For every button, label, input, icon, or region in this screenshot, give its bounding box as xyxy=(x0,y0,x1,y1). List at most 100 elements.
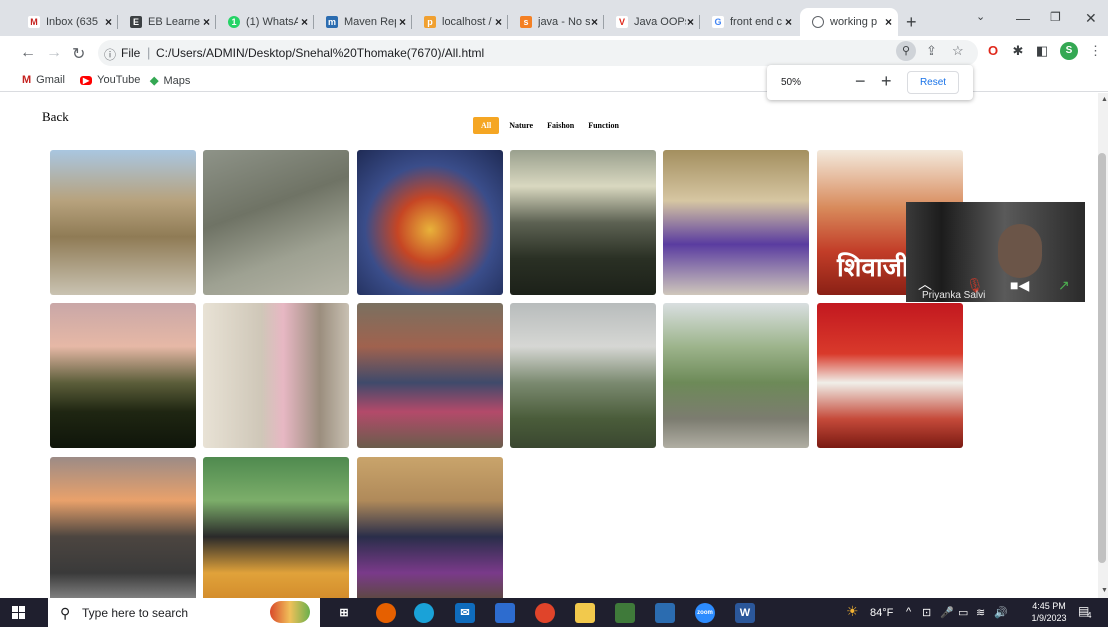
back-link[interactable]: Back xyxy=(42,109,69,125)
battery-icon[interactable]: ▭ xyxy=(958,606,968,619)
search-highlight-icon[interactable] xyxy=(270,601,310,623)
chevron-up-icon[interactable]: ^ xyxy=(906,606,911,618)
photo-group-photo[interactable] xyxy=(357,303,503,448)
edge-icon[interactable] xyxy=(414,603,434,623)
file-explorer-icon[interactable] xyxy=(575,603,595,623)
photo-pink-sky-field[interactable] xyxy=(50,303,196,448)
photo-girl-pink-gown[interactable] xyxy=(203,303,349,448)
opera-icon[interactable]: O xyxy=(985,43,1001,59)
clock-time[interactable]: 4:45 PM xyxy=(1027,601,1071,611)
photos-icon[interactable] xyxy=(655,603,675,623)
close-window-icon[interactable]: ✕ xyxy=(1085,10,1097,27)
microphone-icon[interactable]: 🎤 xyxy=(940,606,954,619)
word-icon[interactable]: W xyxy=(735,603,755,623)
tab-eb-learner[interactable]: E EB Learner × xyxy=(118,8,216,36)
filter-faishon-button[interactable]: Faishon xyxy=(547,121,574,130)
scroll-up-icon[interactable]: ▲ xyxy=(1101,96,1108,103)
taskbar-search[interactable]: ⚲ Type here to search xyxy=(48,598,320,627)
close-icon[interactable]: × xyxy=(399,15,406,29)
photo-sunset-railway[interactable] xyxy=(50,457,196,598)
video-call-overlay[interactable]: ︿ 🎙 ■◀ ↗ Priyanka Salvi xyxy=(906,202,1085,302)
photo-woman-purple-saree[interactable] xyxy=(663,150,809,295)
notification-icon[interactable]: ▤ 4 xyxy=(1078,604,1096,622)
store-icon[interactable] xyxy=(495,603,515,623)
filter-function-button[interactable]: Function xyxy=(588,121,619,130)
photo-woman-hilltop[interactable] xyxy=(663,303,809,448)
zoom-icon[interactable]: zoom xyxy=(695,603,715,623)
tab-java-stackoverflow[interactable]: s java - No s × xyxy=(508,8,604,36)
tab-front-end[interactable]: G front end c × xyxy=(700,8,798,36)
back-arrow-icon[interactable]: ← xyxy=(20,44,36,62)
tab-search-icon[interactable]: ⌄ xyxy=(976,10,985,23)
notepad-icon[interactable] xyxy=(615,603,635,623)
bookmark-youtube[interactable]: ▶ YouTube xyxy=(80,74,140,86)
wifi-icon[interactable]: ≋ xyxy=(976,606,985,619)
youtube-icon: ▶ xyxy=(80,75,93,85)
page-scrollbar[interactable] xyxy=(1098,93,1108,598)
photo-wedding-couple[interactable] xyxy=(817,303,963,448)
zoom-icon[interactable]: ⚲ xyxy=(896,41,916,61)
bookmark-gmail[interactable]: M Gmail xyxy=(22,74,65,86)
photo-family-three[interactable] xyxy=(357,457,503,598)
popout-icon[interactable]: ↗ xyxy=(1058,277,1070,294)
photo-girl-on-rock[interactable] xyxy=(203,150,349,295)
profile-avatar[interactable]: S xyxy=(1060,42,1078,60)
url-text[interactable]: C:/Users/ADMIN/Desktop/Snehal%20Thomake(… xyxy=(156,46,484,60)
chrome-icon[interactable] xyxy=(535,603,555,623)
close-icon[interactable]: × xyxy=(105,15,112,29)
search-placeholder: Type here to search xyxy=(82,606,189,620)
weather-temp[interactable]: 84°F xyxy=(870,607,893,619)
tab-java-oops[interactable]: V Java OOPs × xyxy=(604,8,700,36)
filter-nature-button[interactable]: Nature xyxy=(509,121,533,130)
close-icon[interactable]: × xyxy=(203,15,210,29)
photo-ganesha-idol[interactable] xyxy=(357,150,503,295)
weather-icon[interactable]: ☀ xyxy=(846,603,859,620)
close-icon[interactable]: × xyxy=(885,15,892,29)
tab-localhost[interactable]: p localhost / × xyxy=(412,8,508,36)
close-icon[interactable]: × xyxy=(591,15,598,29)
filter-all-button[interactable]: All xyxy=(473,117,500,134)
firefox-icon[interactable] xyxy=(376,603,396,623)
tab-gmail[interactable]: M Inbox (635 × xyxy=(16,8,118,36)
restore-icon[interactable]: ❐ xyxy=(1050,10,1061,24)
meet-icon[interactable]: ⊡ xyxy=(922,606,931,619)
minimize-icon[interactable]: — xyxy=(1016,10,1030,26)
bookmark-star-icon[interactable]: ☆ xyxy=(952,43,964,59)
scrollbar-thumb[interactable] xyxy=(1098,153,1106,563)
photo-woman-camera[interactable] xyxy=(203,457,349,598)
tab-working-page[interactable]: working p × xyxy=(800,8,898,36)
volume-icon[interactable]: 🔊 xyxy=(994,606,1008,619)
reload-icon[interactable]: ↻ xyxy=(72,44,85,64)
windows-start-icon[interactable] xyxy=(12,606,25,619)
zoom-in-button[interactable]: + xyxy=(881,71,892,92)
tab-whatsapp[interactable]: 1 (1) WhatsA × xyxy=(216,8,314,36)
search-icon: ⚲ xyxy=(60,605,71,621)
scroll-down-icon[interactable]: ▼ xyxy=(1101,587,1108,594)
zoom-reset-button[interactable]: Reset xyxy=(907,71,959,94)
bookmark-label: Gmail xyxy=(36,74,65,86)
tab-maven[interactable]: m Maven Rep × xyxy=(314,8,412,36)
new-tab-button[interactable]: + xyxy=(906,12,917,33)
close-icon[interactable]: × xyxy=(687,15,694,29)
extensions-icon[interactable]: ✱ xyxy=(1010,43,1026,59)
task-view-icon[interactable]: ⊞ xyxy=(334,603,354,623)
tab-strip: M Inbox (635 × E EB Learner × 1 (1) What… xyxy=(0,0,1108,36)
photo-misty-hills[interactable] xyxy=(510,303,656,448)
close-icon[interactable]: × xyxy=(301,15,308,29)
maven-icon: m xyxy=(326,16,338,28)
side-panel-icon[interactable]: ◧ xyxy=(1034,43,1050,59)
bookmark-maps[interactable]: ◆ Maps xyxy=(150,74,190,88)
menu-icon[interactable]: ⋮ xyxy=(1089,43,1102,59)
photo-lake-sunset[interactable] xyxy=(510,150,656,295)
photo-dry-trees-walkway[interactable] xyxy=(50,150,196,295)
info-icon[interactable]: ⓘ xyxy=(104,46,116,63)
clock-date[interactable]: 1/9/2023 xyxy=(1027,613,1071,623)
zoom-out-button[interactable]: − xyxy=(855,71,866,92)
forward-arrow-icon[interactable]: → xyxy=(46,44,62,62)
maps-icon: ◆ xyxy=(150,75,159,87)
video-camera-icon[interactable]: ■◀ xyxy=(1010,277,1029,294)
close-icon[interactable]: × xyxy=(495,15,502,29)
share-icon[interactable]: ⇪ xyxy=(926,43,937,59)
mail-icon[interactable]: ✉ xyxy=(455,603,475,623)
close-icon[interactable]: × xyxy=(785,15,792,29)
